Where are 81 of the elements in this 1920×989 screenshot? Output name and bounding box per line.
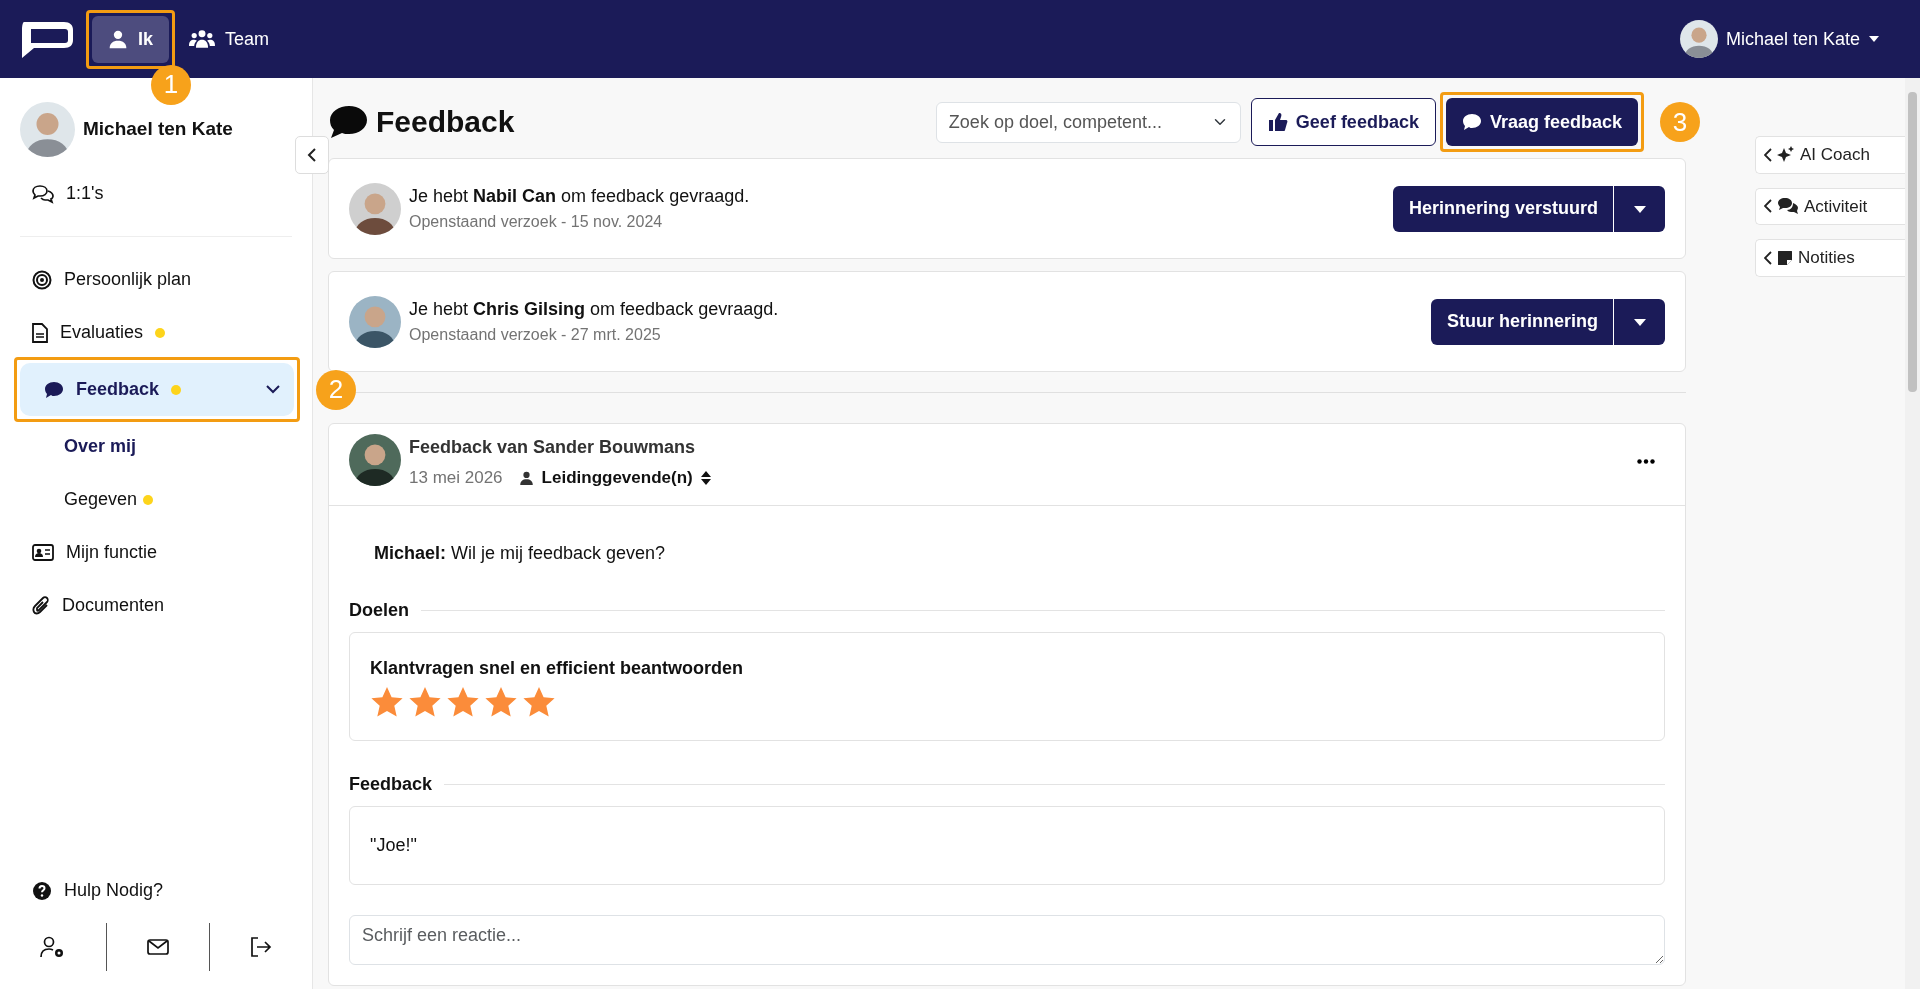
star-icon (370, 685, 404, 718)
sidebar-subitem[interactable]: Over mij (0, 420, 312, 473)
mail-icon[interactable] (147, 939, 169, 955)
id-card-icon (32, 544, 54, 561)
reminder-button[interactable]: Stuur herinnering (1431, 298, 1614, 345)
person-icon (518, 469, 534, 486)
sidebar-item[interactable]: Feedback (20, 363, 294, 416)
team-icon (189, 29, 215, 49)
question-text: Michael: Wil je mij feedback geven? (373, 541, 667, 565)
star-icon (446, 685, 480, 718)
avatar (349, 182, 401, 235)
sidebar-item[interactable]: Mijn functie (8, 526, 304, 579)
section-heading: Feedback (349, 770, 1665, 798)
collapse-button[interactable] (295, 136, 329, 174)
page-title: Feedback (376, 104, 515, 140)
caret-icon (1868, 35, 1880, 43)
star-icon (408, 685, 442, 718)
dropdown-toggle[interactable] (1613, 185, 1665, 232)
request-text: Je hebt Nabil Can om feedback gevraagd. (409, 185, 750, 208)
chevron-left-icon (307, 147, 317, 163)
action-button[interactable]: Vraag feedback (1445, 98, 1638, 146)
profile-name: Michael ten Kate (83, 117, 233, 142)
caret-icon (1633, 318, 1646, 326)
chat-bubble-icon (1461, 113, 1482, 131)
dropdown-toggle[interactable] (1613, 298, 1665, 345)
star-icon (484, 685, 518, 718)
document-icon (32, 322, 48, 343)
thumbs-up-icon (1267, 112, 1288, 132)
sidebar-item[interactable]: Evaluaties (8, 306, 304, 359)
feedback-title: Feedback van Sander Bouwmans (409, 436, 697, 459)
user-menu[interactable]: Michael ten Kate (1679, 20, 1880, 58)
nav-tab[interactable]: Ik (92, 15, 169, 63)
filter-select[interactable]: Zoek op doel, competent... (935, 101, 1241, 143)
target-icon (32, 269, 52, 290)
avatar (1679, 20, 1718, 58)
sidebar-item[interactable]: 1:1's (8, 167, 304, 220)
star-icon (522, 685, 556, 718)
callout-badge: 2 (316, 369, 356, 410)
chevron-left-icon (1764, 199, 1772, 214)
user-icon (108, 29, 128, 49)
scrollbar[interactable] (1905, 78, 1920, 989)
help-icon (32, 880, 52, 901)
speech-bubble-icon (328, 105, 368, 139)
request-text: Je hebt Chris Gilsing om feedback gevraagd. (409, 298, 779, 321)
request-subtitle: Openstaand verzoek - 15 nov. 2024 (409, 212, 664, 232)
reminder-button[interactable]: Herinnering verstuurd (1392, 185, 1614, 232)
sparkle-icon (1777, 145, 1795, 164)
chevron-icon (266, 385, 280, 394)
request-subtitle: Openstaand verzoek - 27 mrt. 2025 (409, 325, 662, 345)
chevron-left-icon (1764, 250, 1772, 265)
chevron-left-icon (1764, 147, 1772, 162)
chat-bubbles-icon (1777, 197, 1799, 216)
logout-icon[interactable] (250, 937, 272, 957)
action-button[interactable]: Geef feedback (1250, 98, 1436, 146)
sidebar-item[interactable]: Persoonlijk plan (8, 253, 304, 306)
avatar (349, 434, 401, 486)
chat-bubbles-icon (32, 183, 54, 204)
sort-icon (700, 470, 711, 485)
user-settings-icon[interactable] (40, 936, 66, 958)
callout-badge: 3 (1660, 102, 1700, 142)
nav-tab[interactable]: Team (173, 15, 286, 63)
more-icon[interactable] (1637, 459, 1655, 464)
audience-selector[interactable]: Leidinggevende(n) (518, 465, 711, 491)
avatar (349, 295, 401, 348)
section-heading: Doelen (349, 596, 1665, 624)
sidebar-item[interactable]: Documenten (8, 579, 304, 632)
note-icon (1777, 249, 1793, 266)
feedback-date: 13 mei 2026 (409, 467, 503, 489)
goal-title: Klantvragen snel en efficient beantwoorden (370, 656, 745, 680)
scrollbar-thumb[interactable] (1908, 92, 1917, 392)
caret-icon (1633, 205, 1646, 213)
sidebar-subitem[interactable]: Gegeven (0, 473, 312, 526)
feedback-text: "Joe!" (349, 805, 1665, 885)
help-link[interactable]: Hulp Nodig? (8, 864, 304, 917)
panel-tab[interactable]: Activiteit (1755, 187, 1905, 225)
panel-tab[interactable]: AI Coach (1755, 136, 1905, 174)
comment-field[interactable]: Schrijf een reactie... (349, 914, 1665, 965)
chat-bubble-icon (44, 380, 64, 399)
panel-tab[interactable]: Notities (1755, 239, 1905, 277)
callout-badge: 1 (151, 64, 191, 105)
paperclip-icon (32, 595, 50, 616)
